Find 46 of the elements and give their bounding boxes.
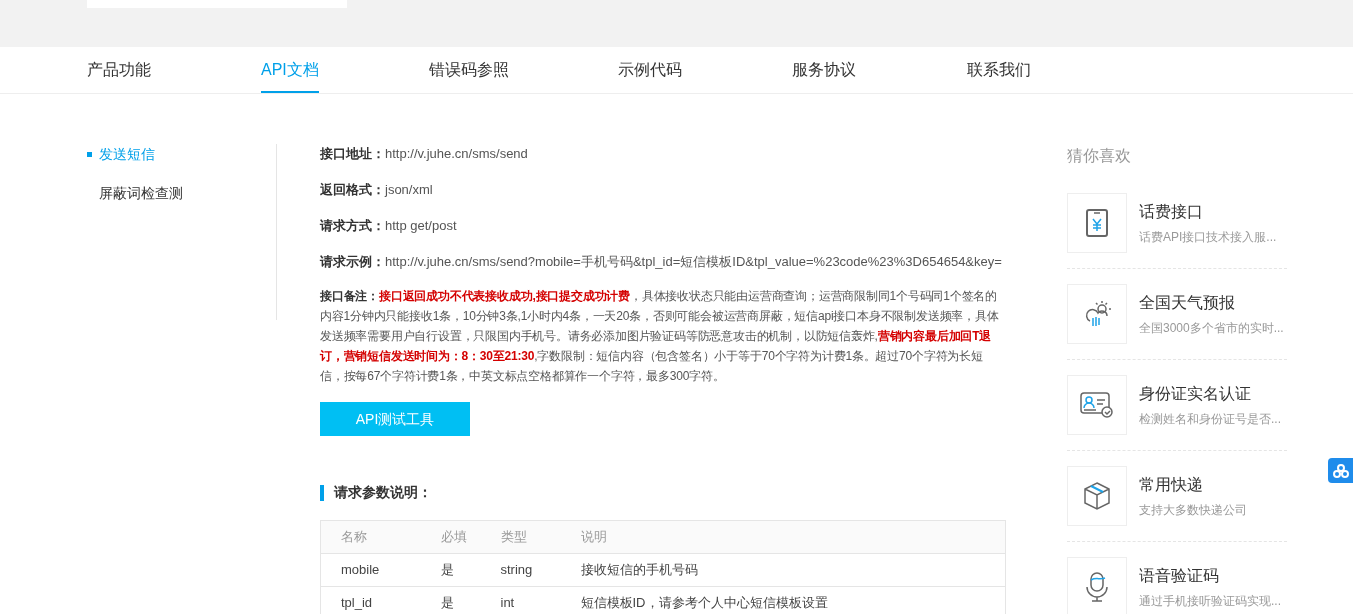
- table-cell: 是: [440, 553, 501, 587]
- recommend-card[interactable]: 全国天气预报 全国3000多个省市的实时...: [1067, 269, 1287, 360]
- field-text: 接口地址：http://v.juhe.cn/sms/send: [320, 145, 529, 163]
- nav-tab[interactable]: 示例代码: [618, 47, 792, 93]
- recommend-card[interactable]: 话费接口 话费API接口技术接入服...: [1067, 178, 1287, 269]
- table-cell: 是: [440, 586, 501, 614]
- card-title: 全国天气预报: [1139, 293, 1236, 313]
- table-cell: int: [500, 586, 581, 614]
- microphone-icon: [1085, 571, 1109, 603]
- field-text: 返回格式：json/xml: [320, 181, 434, 199]
- card-description: 支持大多数快递公司: [1139, 502, 1247, 519]
- column-header: 必填: [440, 520, 501, 554]
- recommend-title: 猜你喜欢: [1067, 146, 1132, 166]
- phone-yen-icon: [1086, 209, 1108, 237]
- note-paragraph: 接口备注：接口返回成功不代表接收成功,接口提交成功计费，具体接收状态只能由运营商查询；运营商限制同1个号码同1个签名的内容1分钟内只能接收1条，10分钟3条,1小时内4条，一天20条，否则可能会被运营商屏蔽，短信api接口本身不限制发送频率，具体发送频率需要用户自行设置，只限国内手机号。请务必添加图片验证码等防恶意攻击的机制，以防短信轰炸,营销内容最后加回T退订，营销短信发送时间为：8：30至21:30,字数限制：短信内容（包含签名）小于等于70个字符为计费1条。超过70个字符为长短信，按每67个字符计费1条，中英文标点空格都算作一个字符，最多300字符。: [320, 288, 1000, 385]
- field-text: 请求示例：http://v.juhe.cn/sms/send?mobile=手机号码&tpl_id=短信模板ID&tpl_value=%23code%23%3D654654&key=: [320, 253, 1003, 271]
- card-title: 身份证实名认证: [1139, 384, 1252, 404]
- recommend-card[interactable]: 语音验证码 通过手机接听验证码实现...: [1067, 542, 1287, 614]
- card-description: 话费API接口技术接入服...: [1139, 229, 1277, 246]
- floating-share-icon[interactable]: [1328, 458, 1353, 483]
- card-description: 检测姓名和身份证号是否...: [1139, 411, 1281, 428]
- parcel-box-icon: [1082, 481, 1112, 511]
- column-header: 名称: [320, 520, 441, 554]
- column-header: 说明: [580, 520, 1006, 554]
- card-description: 通过手机接听验证码实现...: [1139, 593, 1281, 610]
- recommend-card[interactable]: 常用快递 支持大多数快递公司: [1067, 451, 1287, 542]
- table-cell: mobile: [320, 553, 441, 587]
- nav-tab[interactable]: 错误码参照: [429, 47, 618, 93]
- table-cell: 接收短信的手机号码: [580, 553, 1006, 587]
- table-cell: string: [500, 553, 581, 587]
- card-description: 全国3000多个省市的实时...: [1139, 320, 1284, 337]
- sidebar-item[interactable]: 屏蔽词检查测: [87, 183, 276, 204]
- column-header: 类型: [500, 520, 581, 554]
- table-cell: 短信模板ID，请参考个人中心短信模板设置: [580, 586, 1006, 614]
- table-cell: tpl_id: [320, 586, 441, 614]
- nav-tab[interactable]: 产品功能: [87, 47, 261, 93]
- section-heading: 请求参数说明：: [334, 483, 432, 502]
- field-text: 请求方式：http get/post: [320, 217, 458, 235]
- recommend-card[interactable]: 身份证实名认证 检测姓名和身份证号是否...: [1067, 360, 1287, 451]
- id-card-icon: [1080, 392, 1114, 418]
- card-title: 话费接口: [1139, 202, 1204, 222]
- nav-tab[interactable]: 服务协议: [792, 47, 967, 93]
- card-title: 语音验证码: [1139, 566, 1220, 586]
- heading-accent-bar: [320, 484, 324, 501]
- nav-tab[interactable]: 联系我们: [967, 47, 1087, 93]
- card-title: 常用快递: [1139, 475, 1204, 495]
